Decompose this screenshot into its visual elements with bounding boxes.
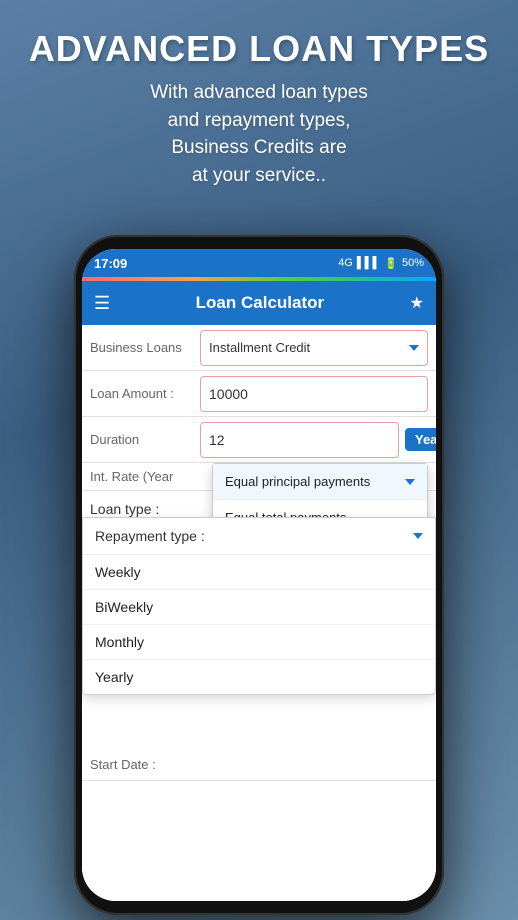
loan-type-label: Business Loans (90, 340, 200, 355)
start-date-label: Start Date : (90, 757, 200, 772)
loan-type-select[interactable]: Installment Credit (200, 330, 428, 366)
repayment-option-monthly-label: Monthly (95, 634, 144, 650)
bookmark-icon[interactable]: ★ (410, 293, 424, 313)
loan-type-option-1-label: Equal principal payments (225, 474, 370, 489)
main-form: Business Loans Installment Credit Loan A… (82, 325, 436, 901)
menu-icon[interactable]: ☰ (94, 294, 110, 312)
loan-amount-input[interactable] (200, 376, 428, 412)
page-title: ADVANCED LOAN TYPES (20, 28, 498, 69)
repayment-select-row (225, 533, 423, 539)
status-bar: 17:09 4G ▌▌▌ 🔋 50% (82, 249, 436, 277)
repayment-chevron-icon (413, 533, 423, 539)
status-icons: 4G ▌▌▌ 🔋 50% (338, 257, 424, 270)
repayment-option-weekly[interactable]: Weekly (83, 555, 435, 590)
header-section: ADVANCED LOAN TYPES With advanced loan t… (0, 0, 518, 208)
loan-amount-row: Loan Amount : (82, 371, 436, 417)
phone-outer: 17:09 4G ▌▌▌ 🔋 50% ☰ Loan Calculator ★ (74, 235, 444, 915)
years-badge[interactable]: Years (405, 428, 436, 451)
page-subtitle: With advanced loan types and repayment t… (20, 79, 498, 189)
duration-input[interactable] (200, 422, 399, 458)
repayment-option-biweekly[interactable]: BiWeekly (83, 590, 435, 625)
repayment-type-label: Repayment type : (95, 528, 225, 544)
repayment-option-yearly[interactable]: Yearly (83, 660, 435, 694)
loan-type-row-label: Loan type : (90, 501, 200, 517)
battery-icon: 🔋 (384, 257, 398, 270)
app-bar-title: Loan Calculator (120, 293, 400, 313)
int-rate-row: Int. Rate (Year Equal principal payments… (82, 463, 436, 491)
repayment-dropdown[interactable]: Repayment type : Weekly BiWeekly (82, 517, 436, 695)
duration-row: Duration Years (82, 417, 436, 463)
repayment-option-weekly-label: Weekly (95, 564, 141, 580)
phone-screen: 17:09 4G ▌▌▌ 🔋 50% ☰ Loan Calculator ★ (82, 249, 436, 901)
loan-type-value: Installment Credit (209, 340, 310, 355)
signal-icon: 4G (338, 257, 353, 269)
bottom-area (82, 801, 436, 901)
status-time: 17:09 (94, 256, 127, 271)
loan-type-option-1[interactable]: Equal principal payments (213, 464, 427, 500)
phone-mockup: 17:09 4G ▌▌▌ 🔋 50% ☰ Loan Calculator ★ (74, 235, 444, 915)
battery-percent: 50% (402, 257, 424, 269)
chevron-down-icon (409, 345, 419, 351)
repayment-option-yearly-label: Yearly (95, 669, 133, 685)
repayment-option-biweekly-label: BiWeekly (95, 599, 153, 615)
duration-label: Duration (90, 432, 200, 447)
repayment-options: Weekly BiWeekly Monthly Yearly (83, 555, 435, 694)
app-bar: ☰ Loan Calculator ★ (82, 281, 436, 325)
phone-content: 17:09 4G ▌▌▌ 🔋 50% ☰ Loan Calculator ★ (82, 249, 436, 901)
start-date-row: Start Date : (82, 749, 436, 781)
int-rate-label: Int. Rate (Year (90, 469, 200, 484)
loan-type-row: Business Loans Installment Credit (82, 325, 436, 371)
repayment-option-monthly[interactable]: Monthly (83, 625, 435, 660)
loan-amount-label: Loan Amount : (90, 386, 200, 401)
bars-icon: ▌▌▌ (357, 257, 380, 269)
dropdown-chevron-icon (405, 479, 415, 485)
repayment-header: Repayment type : (83, 518, 435, 555)
